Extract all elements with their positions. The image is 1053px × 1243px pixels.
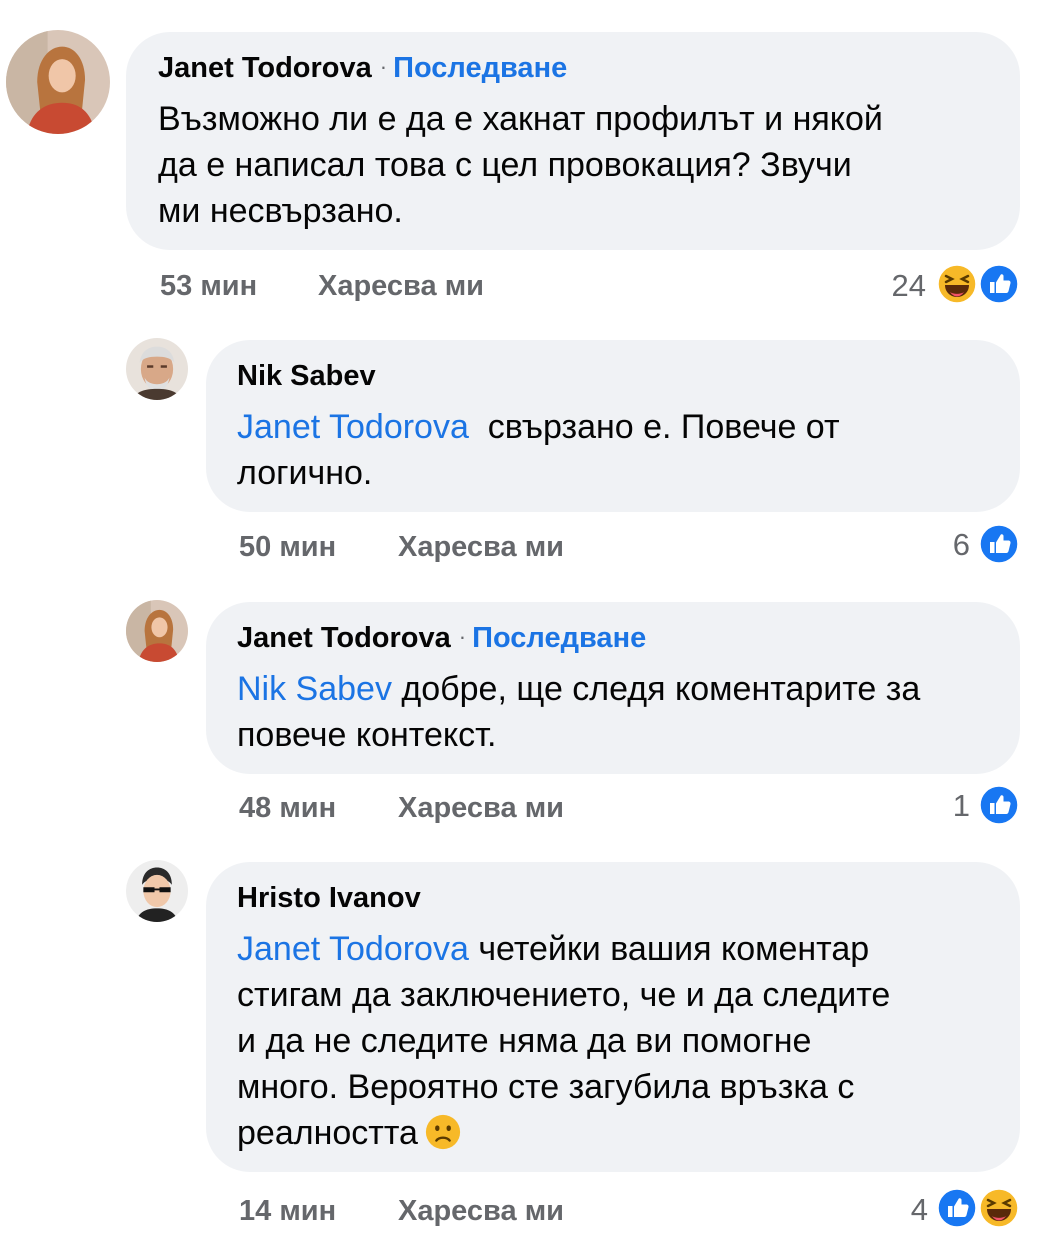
comment-line: много. Вероятно сте загубила връзка с (237, 1068, 855, 1106)
like-reaction-icon[interactable] (936, 1187, 978, 1229)
comment-text: Възможно ли е да е хакнат профилът и няк… (158, 96, 1008, 234)
comment-line: ми несвързано. (158, 192, 403, 230)
comment-line: повече контекст. (237, 716, 497, 754)
comment-text: Nik Sabev добре, ще следя коментарите за… (237, 666, 1007, 758)
comment-author: Janet Todorova · Последване (158, 52, 567, 85)
reaction-count[interactable]: 6 (910, 527, 970, 563)
reaction-count[interactable]: 4 (868, 1192, 928, 1228)
timestamp[interactable]: 53 мин (160, 270, 257, 303)
separator-dot: · (458, 624, 467, 649)
comment-line: Janet Todorova четейки вашия коментар (237, 930, 870, 968)
comment-author: Janet Todorova · Последване (237, 622, 646, 655)
avatar[interactable] (126, 338, 188, 400)
frowning-face-icon (424, 1113, 462, 1151)
like-link[interactable]: Харесва ми (398, 531, 564, 564)
comment-line: реалността (237, 1110, 1007, 1156)
mention-link[interactable]: Nik Sabev (237, 670, 392, 708)
haha-reaction-icon[interactable] (936, 263, 978, 305)
like-reaction-icon[interactable] (978, 523, 1020, 565)
follow-link[interactable]: Последване (393, 52, 567, 84)
timestamp[interactable]: 48 мин (239, 792, 336, 825)
like-link[interactable]: Харесва ми (398, 1195, 564, 1228)
like-reaction-icon[interactable] (978, 784, 1020, 826)
haha-reaction-icon[interactable] (978, 1187, 1020, 1229)
mention-link[interactable]: Janet Todorova (237, 930, 469, 968)
author-name[interactable]: Janet Todorova (158, 52, 372, 84)
timestamp[interactable]: 50 мин (239, 531, 336, 564)
comment-line: стигам да заключението, че и да следите (237, 976, 891, 1014)
comment-line: Janet Todorova свързано е. Повече от (237, 408, 840, 446)
comment-author: Hristo Ivanov (237, 882, 421, 915)
avatar[interactable] (126, 600, 188, 662)
like-link[interactable]: Харесва ми (398, 792, 564, 825)
comment-line: Nik Sabev добре, ще следя коментарите за (237, 670, 921, 708)
timestamp[interactable]: 14 мин (239, 1195, 336, 1228)
reaction-count[interactable]: 24 (866, 268, 926, 304)
comment-author: Nik Sabev (237, 360, 376, 393)
like-reaction-icon[interactable] (978, 263, 1020, 305)
author-name[interactable]: Nik Sabev (237, 360, 376, 392)
follow-link[interactable]: Последване (472, 622, 646, 654)
comment-line: и да не следите няма да ви помогне (237, 1022, 812, 1060)
mention-link[interactable]: Janet Todorova (237, 408, 469, 446)
avatar[interactable] (126, 860, 188, 922)
reaction-count[interactable]: 1 (910, 788, 970, 824)
comment-line: логично. (237, 454, 373, 492)
comment-line: Възможно ли е да е хакнат профилът и няк… (158, 100, 883, 138)
like-link[interactable]: Харесва ми (318, 270, 484, 303)
author-name[interactable]: Hristo Ivanov (237, 882, 421, 914)
comment-text: Janet Todorova свързано е. Повече от лог… (237, 404, 1007, 496)
separator-dot: · (379, 54, 388, 79)
comment-line: да е написал това с цел провокация? Звуч… (158, 146, 852, 184)
comment-text: Janet Todorova четейки вашия коментар ст… (237, 926, 1007, 1156)
author-name[interactable]: Janet Todorova (237, 622, 451, 654)
avatar[interactable] (6, 30, 110, 134)
